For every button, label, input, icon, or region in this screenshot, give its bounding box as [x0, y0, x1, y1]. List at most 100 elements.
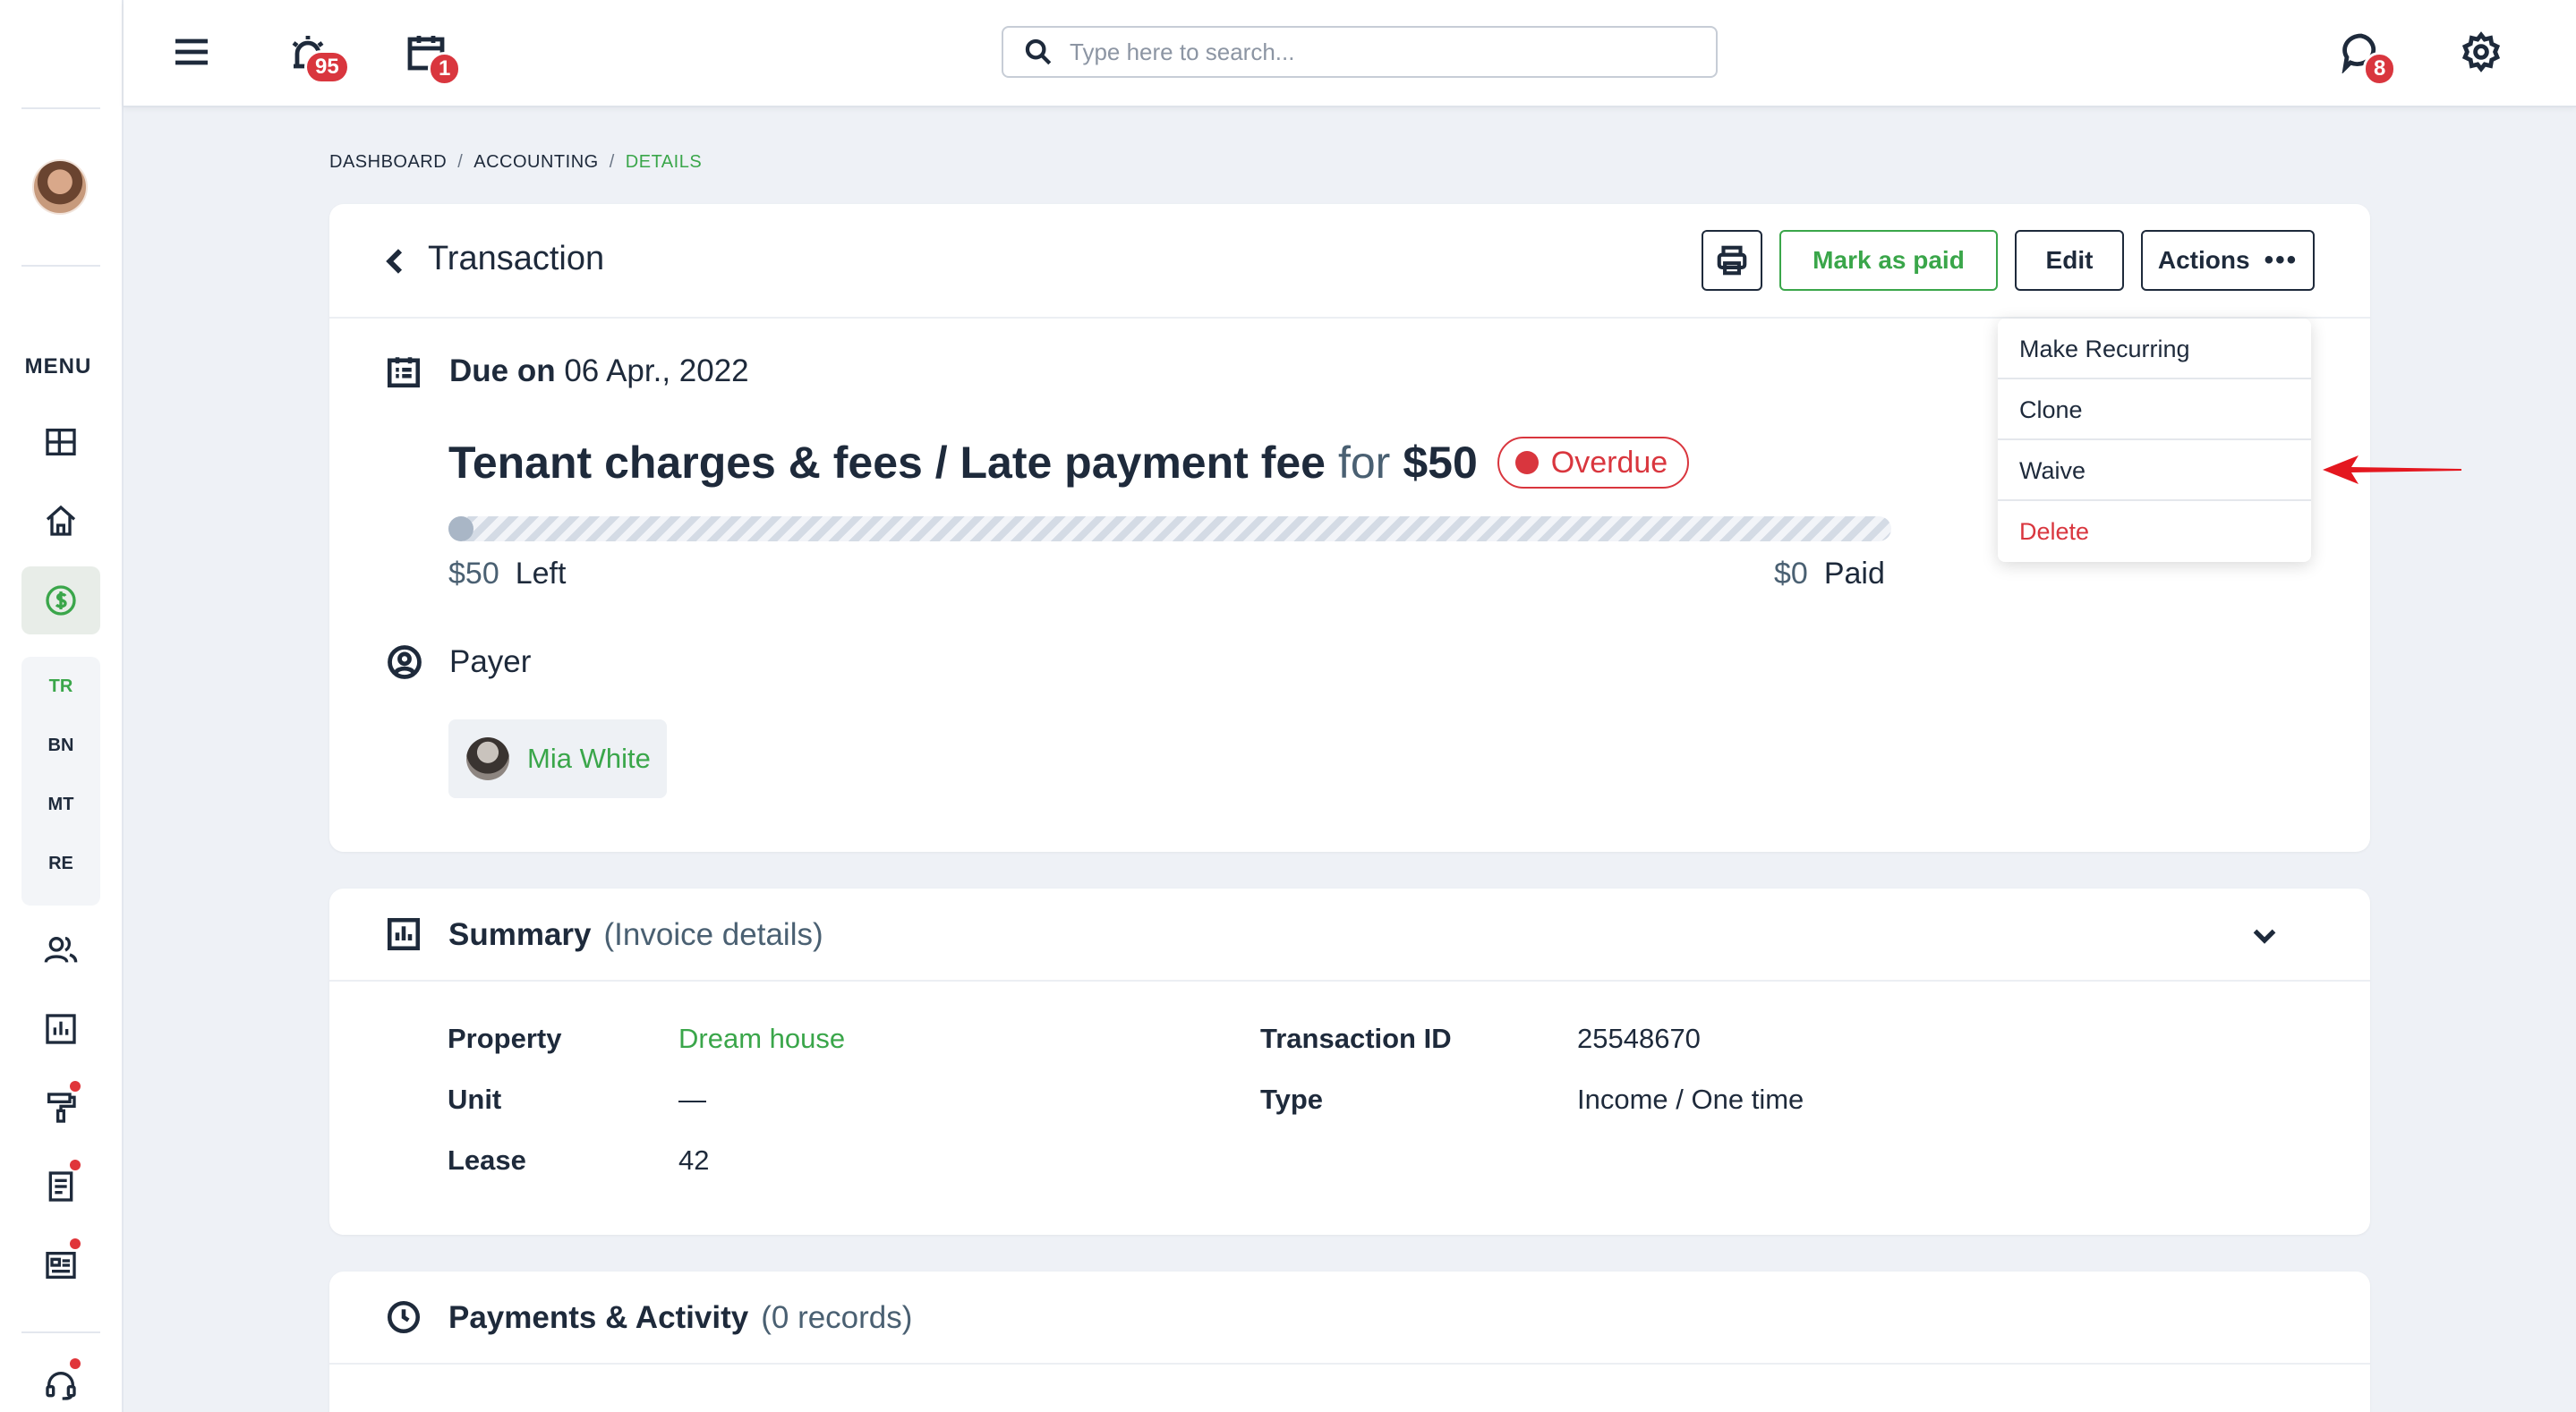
alarm-badge: 95: [304, 50, 350, 84]
unit-row: Unit —: [448, 1084, 706, 1116]
sidebar-item-news[interactable]: [21, 1231, 100, 1299]
sidebar-item-maintenance[interactable]: [21, 1074, 100, 1142]
breadcrumb-dashboard[interactable]: DASHBOARD: [329, 152, 447, 172]
amount-paid-label: Paid: [1823, 557, 1885, 591]
hamburger-menu-button[interactable]: [165, 25, 218, 79]
mark-as-paid-button[interactable]: Mark as paid: [1779, 230, 1998, 291]
sidebar: MENU TR BN MT RE: [0, 0, 124, 1412]
lease-row: Lease 42: [448, 1144, 709, 1177]
payments-title: Payments & Activity (0 records): [448, 1300, 912, 1336]
payer-avatar: [466, 737, 509, 780]
transaction-title: Tenant charges & fees / Late payment fee…: [448, 437, 1690, 489]
payment-progress-bar: [448, 516, 1891, 541]
subnav-item-re[interactable]: RE: [21, 834, 100, 893]
menu-item-delete[interactable]: Delete: [1998, 501, 2311, 562]
payer-chip[interactable]: Mia White: [448, 719, 667, 798]
lease-label: Lease: [448, 1144, 526, 1176]
dollar-icon: [46, 585, 76, 616]
payer-name[interactable]: Mia White: [527, 743, 651, 775]
subnav-item-tr[interactable]: TR: [21, 657, 100, 716]
document-icon: [48, 1171, 73, 1202]
subnav-item-mt[interactable]: MT: [21, 775, 100, 834]
sidebar-item-people[interactable]: [21, 916, 100, 984]
amount-left-value: $50: [448, 557, 499, 591]
sidebar-divider: [21, 1331, 100, 1333]
settings-button[interactable]: [2454, 25, 2508, 79]
menu-item-waive[interactable]: Waive: [1998, 440, 2311, 501]
people-icon: [44, 937, 78, 963]
due-row: Due on 06 Apr., 2022: [385, 353, 749, 390]
headset-icon: [46, 1372, 76, 1400]
user-circle-icon: [388, 645, 422, 679]
collapse-toggle[interactable]: [2248, 919, 2281, 951]
sidebar-divider: [21, 107, 100, 109]
payer-section-title: Payer: [385, 642, 531, 682]
transaction-header: Transaction Mark as paid Edit Actions ••…: [329, 204, 2370, 319]
amount-left-label: Left: [515, 557, 567, 591]
payments-subtitle: (0 records): [761, 1300, 913, 1335]
subnav-item-bn[interactable]: BN: [21, 716, 100, 775]
type-row: Type Income / One time: [1260, 1084, 1804, 1116]
lease-value: 42: [678, 1144, 710, 1176]
back-button[interactable]: [378, 243, 414, 279]
menu-item-make-recurring[interactable]: Make Recurring: [1998, 319, 2311, 379]
alarm-button[interactable]: 95: [281, 25, 350, 84]
type-label: Type: [1260, 1084, 1324, 1115]
accounting-subnav: TR BN MT RE: [21, 657, 100, 906]
notification-dot: [70, 1160, 81, 1170]
search-icon: [1025, 38, 1052, 65]
due-label: Due on: [449, 353, 556, 388]
property-value[interactable]: Dream house: [678, 1023, 845, 1055]
paint-roller-icon: [47, 1093, 76, 1123]
breadcrumb: DASHBOARD / ACCOUNTING / DETAILS: [329, 152, 702, 173]
page-title: Transaction: [428, 240, 605, 277]
breadcrumb-separator: /: [457, 152, 464, 172]
sidebar-item-home[interactable]: [21, 487, 100, 555]
unit-value: —: [678, 1084, 706, 1115]
red-arrow-icon: [2323, 455, 2461, 484]
transaction-id-row: Transaction ID 25548670: [1260, 1023, 1701, 1055]
sidebar-item-accounting[interactable]: [21, 566, 100, 634]
chevron-down-icon: [2253, 929, 2276, 944]
summary-card: Summary (Invoice details) Property Dream …: [329, 889, 2370, 1235]
payments-card: Payments & Activity (0 records): [329, 1272, 2370, 1412]
breadcrumb-accounting[interactable]: ACCOUNTING: [473, 152, 598, 172]
more-dots-icon: •••: [2264, 245, 2299, 275]
hamburger-icon: [175, 38, 208, 65]
menu-item-clone[interactable]: Clone: [1998, 379, 2311, 440]
search-input[interactable]: [1070, 38, 1696, 66]
actions-button[interactable]: Actions •••: [2141, 230, 2315, 291]
transaction-category: Tenant charges & fees / Late payment fee: [448, 438, 1326, 488]
chart-icon: [387, 917, 421, 951]
breadcrumb-separator: /: [609, 152, 615, 172]
calendar-list-icon: [387, 357, 421, 388]
menu-label: MENU: [24, 354, 92, 379]
property-row: Property Dream house: [448, 1023, 845, 1055]
avatar[interactable]: [32, 159, 88, 215]
printer-icon: [1717, 245, 1747, 276]
edit-button[interactable]: Edit: [2015, 230, 2124, 291]
chat-button[interactable]: 8: [2334, 25, 2397, 86]
sidebar-item-support[interactable]: [21, 1351, 100, 1412]
notification-dot: [70, 1081, 81, 1092]
calendar-button[interactable]: 1: [399, 25, 462, 86]
calendar-badge: 1: [428, 52, 462, 86]
sidebar-item-documents[interactable]: [21, 1153, 100, 1221]
property-label: Property: [448, 1023, 562, 1054]
breadcrumb-details: DETAILS: [625, 152, 703, 172]
summary-subtitle: (Invoice details): [603, 917, 823, 952]
print-button[interactable]: [1702, 230, 1762, 291]
sidebar-item-reports[interactable]: [21, 995, 100, 1063]
home-icon: [46, 505, 76, 536]
news-icon: [46, 1252, 76, 1279]
sidebar-item-dashboard[interactable]: [21, 408, 100, 476]
due-date: Due on 06 Apr., 2022: [449, 353, 749, 389]
summary-header[interactable]: Summary (Invoice details): [329, 889, 2370, 982]
notification-dot: [70, 1238, 81, 1249]
search-box[interactable]: [1002, 26, 1718, 78]
chevron-left-icon: [386, 249, 403, 274]
payments-header: Payments & Activity (0 records): [329, 1272, 2370, 1365]
dashboard-icon: [46, 429, 76, 455]
chart-icon: [46, 1014, 76, 1044]
notification-dot: [70, 1358, 81, 1369]
